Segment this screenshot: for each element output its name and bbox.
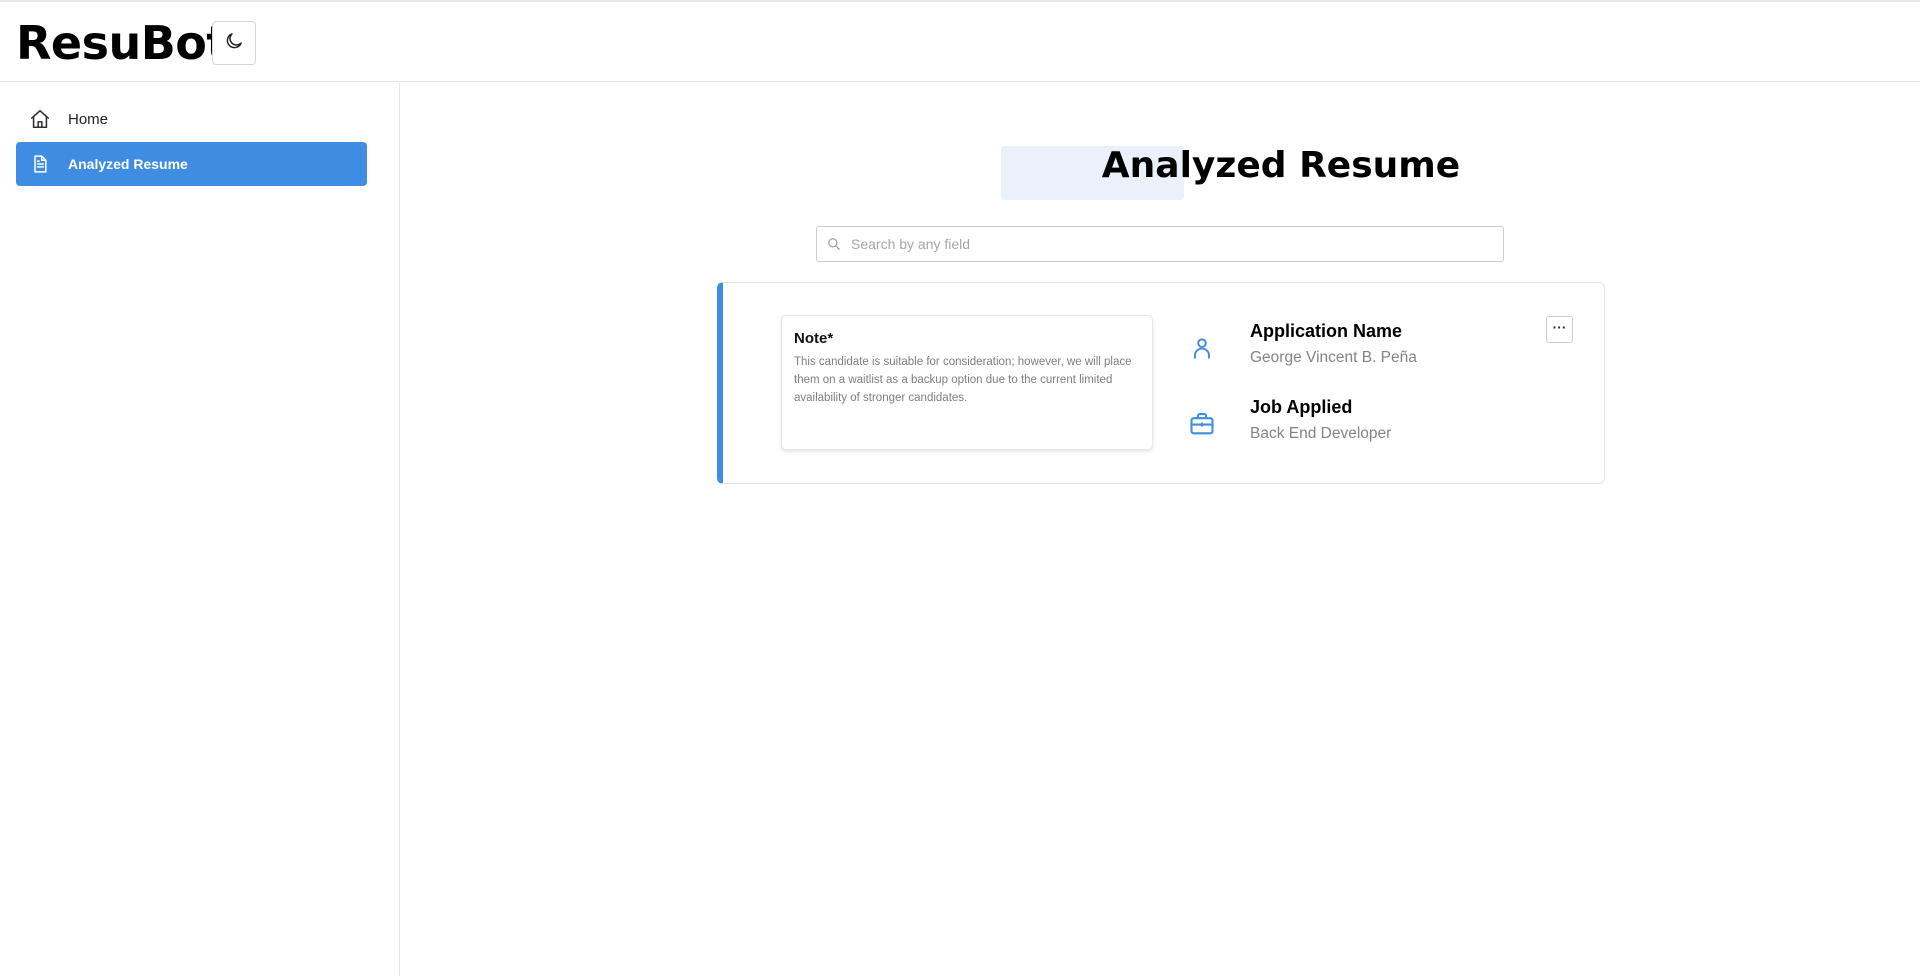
- resume-card: Note* This candidate is suitable for con…: [717, 282, 1605, 484]
- search-icon: [827, 237, 841, 251]
- search-box: [816, 226, 1504, 262]
- note-text: This candidate is suitable for considera…: [794, 356, 1132, 404]
- moon-icon: [224, 31, 244, 56]
- job-applied-row: Job Applied Back End Developer: [1187, 397, 1547, 451]
- app-logo: ResuBot: [16, 16, 228, 70]
- home-icon: [28, 107, 52, 131]
- user-icon: [1187, 333, 1217, 363]
- job-applied-label: Job Applied: [1250, 397, 1353, 417]
- application-name-row: Application Name George Vincent B. Peña: [1187, 321, 1547, 375]
- app-header: ResuBot: [0, 2, 1920, 82]
- application-name-value: George Vincent B. Peña: [1250, 349, 1417, 366]
- sidebar-item-analyzed-resume[interactable]: Analyzed Resume: [16, 142, 367, 186]
- application-name-label: Application Name: [1250, 321, 1403, 341]
- more-options-button[interactable]: ···: [1546, 316, 1573, 343]
- note-title: Note*: [794, 330, 834, 347]
- sidebar: Home Analyzed Resume: [0, 83, 400, 976]
- page-title-part1: Analyzed: [1101, 145, 1287, 186]
- main-content: Analyzed Resume Note* This candidate is …: [401, 83, 1920, 976]
- search-input[interactable]: [851, 236, 1491, 252]
- job-applied-value: Back End Developer: [1250, 425, 1392, 442]
- page-title-part2: Resume: [1299, 145, 1461, 186]
- briefcase-icon: [1187, 409, 1217, 439]
- sidebar-item-home[interactable]: Home: [16, 97, 367, 141]
- note-box: Note* This candidate is suitable for con…: [781, 315, 1153, 450]
- theme-toggle-button[interactable]: [212, 21, 256, 65]
- sidebar-item-label: Analyzed Resume: [68, 156, 188, 172]
- document-icon: [28, 152, 52, 176]
- sidebar-item-label: Home: [68, 110, 109, 128]
- page-title: Analyzed Resume: [1001, 145, 1561, 186]
